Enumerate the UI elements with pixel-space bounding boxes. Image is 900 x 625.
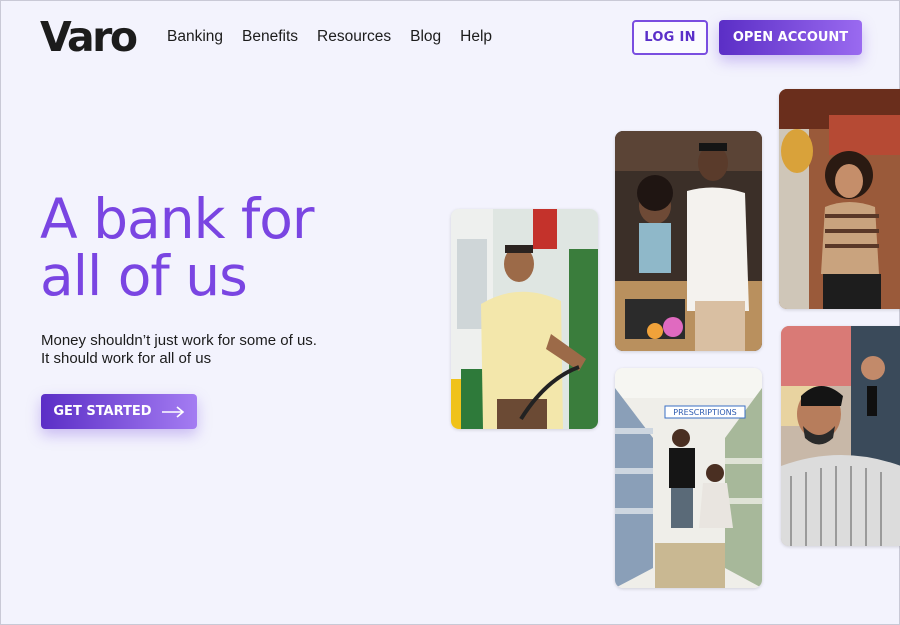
- login-button[interactable]: LOG IN: [632, 20, 708, 55]
- gas-station-man-photo: [451, 209, 598, 429]
- nav-item-banking[interactable]: Banking: [167, 27, 223, 47]
- prescriptions-sign: PRESCRIPTIONS: [673, 408, 736, 417]
- hero-title-line-2: all of us: [40, 244, 248, 308]
- nav-item-resources[interactable]: Resources: [317, 27, 391, 47]
- couple-market-photo: [615, 131, 762, 351]
- hero-subtitle-line-2: It should work for all of us: [41, 350, 212, 367]
- hero-title: A bank for all of us: [40, 187, 315, 308]
- grocery-woman-photo: [779, 89, 900, 309]
- main-nav: Banking Benefits Resources Blog Help: [167, 27, 492, 47]
- hero-title-line-1: A bank for: [40, 187, 315, 251]
- varo-logo[interactable]: Varo: [40, 13, 138, 61]
- arrow-right-icon: [161, 405, 185, 418]
- nav-item-blog[interactable]: Blog: [410, 27, 441, 47]
- nav-item-benefits[interactable]: Benefits: [242, 27, 298, 47]
- hero-subtitle: Money shouldn’t just work for some of us…: [41, 332, 317, 368]
- barber-shop-photo: [781, 326, 900, 546]
- get-started-button[interactable]: GET STARTED: [41, 394, 197, 429]
- hero-subtitle-line-1: Money shouldn’t just work for some of us…: [41, 332, 317, 349]
- get-started-label: GET STARTED: [53, 404, 152, 419]
- kids-store-aisle-photo: PRESCRIPTIONS: [615, 368, 762, 588]
- nav-item-help[interactable]: Help: [460, 27, 492, 47]
- open-account-button[interactable]: OPEN ACCOUNT: [719, 20, 862, 55]
